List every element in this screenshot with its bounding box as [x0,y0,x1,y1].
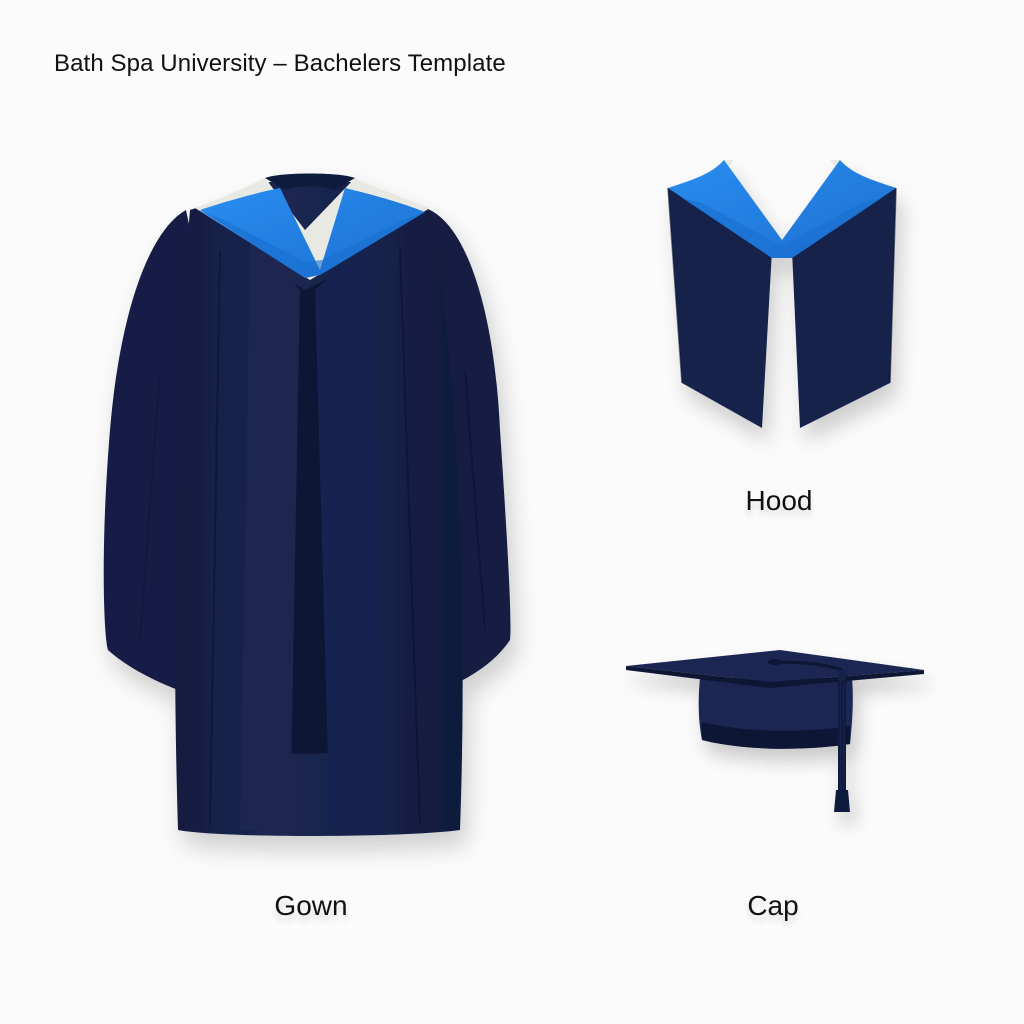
mortarboard-cap-icon [626,650,924,812]
cap-figure [620,640,930,820]
hood-figure [662,158,902,438]
page-title: Bath Spa University – Bachelers Template [54,50,506,77]
academic-hood-icon [667,160,897,428]
academic-gown-icon [103,173,511,836]
hood-label: Hood [745,485,813,516]
gown-figure [100,170,520,860]
gown-label: Gown [274,890,348,921]
cap-label: Cap [747,890,799,921]
